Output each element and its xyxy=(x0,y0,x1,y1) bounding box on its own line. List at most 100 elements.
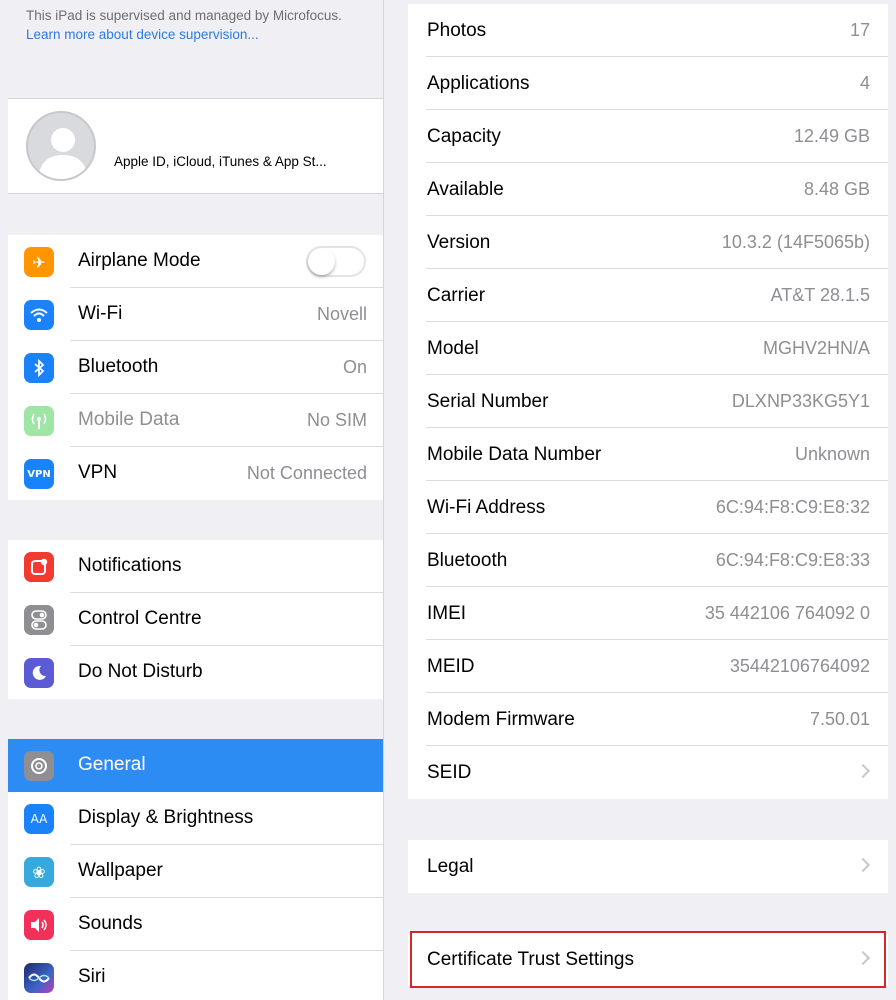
mobile-data-value: No SIM xyxy=(306,410,367,430)
about-row-label: Bluetooth xyxy=(427,550,508,571)
display-icon: AA xyxy=(24,804,54,834)
about-row-applications: Applications 4 xyxy=(408,57,888,110)
about-row-value: 35 442106 764092 0 xyxy=(704,603,870,623)
supervision-link[interactable]: Learn more about device supervision... xyxy=(26,27,259,42)
about-row-version: Version 10.3.2 (14F5065b) xyxy=(408,216,888,269)
about-row-serial-number: Serial Number DLXNP33KG5Y1 xyxy=(408,375,888,428)
sidebar-item-control-centre[interactable]: Control Centre xyxy=(8,593,383,646)
about-row-label: Wi-Fi Address xyxy=(427,497,546,518)
vpn-icon: VPN xyxy=(24,459,54,489)
about-row-value: 12.49 GB xyxy=(793,126,870,146)
apple-id-row[interactable]: Apple ID, iCloud, iTunes & App St... xyxy=(8,98,383,194)
wallpaper-icon: ❀ xyxy=(24,857,54,887)
siri-icon xyxy=(24,963,54,993)
sidebar-item-label: Display & Brightness xyxy=(78,807,254,828)
chevron-right-icon xyxy=(855,763,871,779)
sidebar-item-label: Notifications xyxy=(78,555,182,576)
sidebar-item-label: VPN xyxy=(78,462,118,483)
about-row-bluetooth: Bluetooth 6C:94:F8:C9:E8:33 xyxy=(408,534,888,587)
about-row-label: IMEI xyxy=(427,603,467,624)
sidebar-item-label: Wallpaper xyxy=(78,860,163,881)
about-row-value: 6C:94:F8:C9:E8:33 xyxy=(715,550,870,570)
sidebar-item-label: Control Centre xyxy=(78,608,202,629)
wifi-icon xyxy=(24,300,54,330)
about-row-photos: Photos 17 xyxy=(408,4,888,57)
chevron-right-icon xyxy=(855,950,871,966)
about-row-meid: MEID 35442106764092 xyxy=(408,640,888,693)
about-row-value: DLXNP33KG5Y1 xyxy=(731,391,870,411)
sidebar-item-general[interactable]: General xyxy=(8,739,383,792)
sidebar-item-label: Airplane Mode xyxy=(78,250,201,271)
about-row-label: Applications xyxy=(427,73,530,94)
about-row-value: AT&T 28.1.5 xyxy=(770,285,870,305)
about-row-value: Unknown xyxy=(794,444,870,464)
notifications-icon xyxy=(24,552,54,582)
about-row-label: SEID xyxy=(427,762,472,783)
about-row-value: 17 xyxy=(849,20,870,40)
sidebar-item-bluetooth[interactable]: Bluetooth On xyxy=(8,341,383,394)
about-row-value: MGHV2HN/A xyxy=(762,338,870,358)
sidebar-item-label: Sounds xyxy=(78,913,143,934)
sidebar-item-label: General xyxy=(78,754,146,775)
about-row-modem-firmware: Modem Firmware 7.50.01 xyxy=(408,693,888,746)
about-row-label: Model xyxy=(427,338,479,359)
certificate-group: Certificate Trust Settings xyxy=(408,933,888,986)
sidebar-item-notifications[interactable]: Notifications xyxy=(8,540,383,593)
about-row-seid[interactable]: SEID xyxy=(408,746,888,799)
about-info-group: Photos 17 Applications 4 Capacity 12.49 GB Ava… xyxy=(408,4,888,799)
legal-label: Legal xyxy=(427,856,474,877)
wifi-network-value: Novell xyxy=(316,304,367,324)
about-row-label: Serial Number xyxy=(427,391,549,412)
sidebar-item-label: Wi-Fi xyxy=(78,303,123,324)
connectivity-group: ✈ Airplane Mode Wi-Fi Novell Bluetooth O… xyxy=(8,235,383,500)
about-row-wi-fi-address: Wi-Fi Address 6C:94:F8:C9:E8:32 xyxy=(408,481,888,534)
general-group: General AA Display & Brightness ❀ Wallpa… xyxy=(8,739,383,1000)
about-row-label: Carrier xyxy=(427,285,486,306)
certificate-trust-settings-label: Certificate Trust Settings xyxy=(427,949,634,970)
sidebar-item-label: Do Not Disturb xyxy=(78,661,203,682)
supervision-text: This iPad is supervised and managed by M… xyxy=(26,8,342,23)
sidebar-item-mobile-data[interactable]: Mobile Data No SIM xyxy=(8,394,383,447)
sidebar-item-vpn[interactable]: VPN VPN Not Connected xyxy=(8,447,383,500)
about-row-label: Modem Firmware xyxy=(427,709,575,730)
notifications-group: Notifications Control Centre Do Not Dist… xyxy=(8,540,383,699)
apple-id-label: Apple ID, iCloud, iTunes & App St... xyxy=(114,154,327,169)
bluetooth-icon xyxy=(24,353,54,383)
about-row-label: MEID xyxy=(427,656,475,677)
about-row-label: Version xyxy=(427,232,491,253)
bluetooth-status-value: On xyxy=(342,357,367,377)
about-row-capacity: Capacity 12.49 GB xyxy=(408,110,888,163)
vpn-status-value: Not Connected xyxy=(246,463,367,483)
about-row-value: 6C:94:F8:C9:E8:32 xyxy=(715,497,870,517)
control-centre-icon xyxy=(24,605,54,635)
sidebar-item-wallpaper[interactable]: ❀ Wallpaper xyxy=(8,845,383,898)
sidebar-item-label: Bluetooth xyxy=(78,356,159,377)
antenna-icon xyxy=(24,406,54,436)
about-row-carrier: Carrier AT&T 28.1.5 xyxy=(408,269,888,322)
legal-group: Legal xyxy=(408,840,888,893)
about-row-imei: IMEI 35 442106 764092 0 xyxy=(408,587,888,640)
about-row-value: 10.3.2 (14F5065b) xyxy=(721,232,870,252)
moon-icon xyxy=(24,658,54,688)
airplane-mode-toggle[interactable] xyxy=(306,246,366,277)
sidebar-item-do-not-disturb[interactable]: Do Not Disturb xyxy=(8,646,383,699)
sidebar-item-wifi[interactable]: Wi-Fi Novell xyxy=(8,288,383,341)
sidebar-item-label: Siri xyxy=(78,966,106,987)
about-row-value: 4 xyxy=(859,73,870,93)
airplane-icon: ✈ xyxy=(24,247,54,277)
supervision-note: This iPad is supervised and managed by M… xyxy=(26,6,366,44)
about-row-label: Capacity xyxy=(427,126,501,147)
certificate-trust-settings-row[interactable]: Certificate Trust Settings xyxy=(408,933,888,986)
sidebar-item-label: Mobile Data xyxy=(78,409,180,430)
sidebar-item-airplane-mode[interactable]: ✈ Airplane Mode xyxy=(8,235,383,288)
about-row-model: Model MGHV2HN/A xyxy=(408,322,888,375)
chevron-right-icon xyxy=(855,857,871,873)
gear-icon xyxy=(24,751,54,781)
sidebar-item-siri[interactable]: Siri xyxy=(8,951,383,1000)
about-row-value: 35442106764092 xyxy=(729,656,870,676)
legal-row[interactable]: Legal xyxy=(408,840,888,893)
about-row-label: Photos xyxy=(427,20,487,41)
sidebar-item-display-brightness[interactable]: AA Display & Brightness xyxy=(8,792,383,845)
about-row-available: Available 8.48 GB xyxy=(408,163,888,216)
sidebar-item-sounds[interactable]: Sounds xyxy=(8,898,383,951)
